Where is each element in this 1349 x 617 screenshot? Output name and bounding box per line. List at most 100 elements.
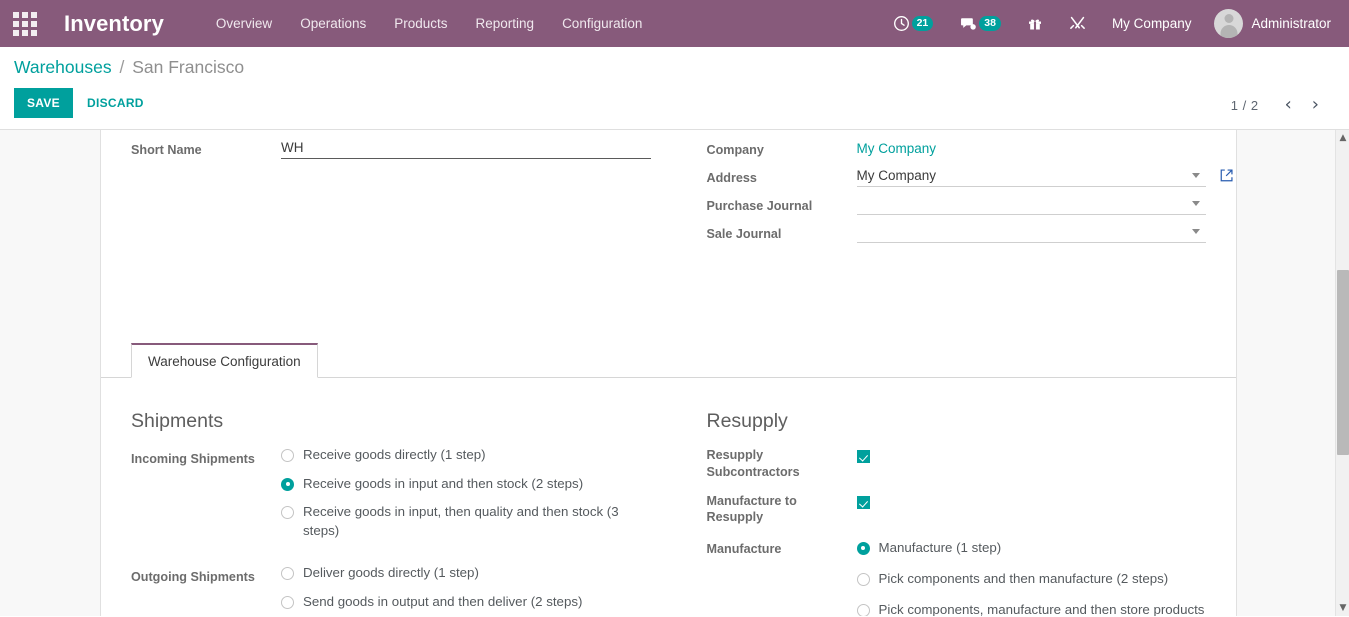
menu-item-configuration[interactable]: Configuration [548, 10, 656, 37]
incoming-shipments-radio-group: Receive goods directly (1 step) Receive … [281, 445, 651, 549]
discard-button[interactable]: DISCARD [73, 88, 158, 118]
outgoing-shipments-radio-group: Deliver goods directly (1 step) Send goo… [281, 563, 651, 616]
field-resupply-subcontractors: Resupply Subcontractors [707, 445, 1207, 480]
menu-item-reporting[interactable]: Reporting [462, 10, 549, 37]
messages-count: 38 [979, 15, 1001, 32]
breadcrumb-item-warehouses[interactable]: Warehouses [14, 57, 112, 77]
radio-option-manufacture-2-steps[interactable]: Pick components and then manufacture (2 … [856, 569, 1207, 588]
manufacture-radio-group: Manufacture (1 step) Pick components and… [856, 538, 1207, 616]
apps-grid-cell [22, 11, 28, 18]
messaging-menu[interactable]: 38 [946, 0, 1014, 47]
pager-previous-button[interactable]: ‹ [1277, 95, 1300, 115]
radio-icon [281, 567, 294, 581]
sheet-background: Short Name Company My Company [0, 130, 1335, 616]
radio-option-receive-2-steps[interactable]: Receive goods in input and then stock (2… [281, 474, 651, 493]
field-label-manufacture-to-resupply: Manufacture to Resupply [706, 493, 797, 525]
radio-option-deliver-1-step[interactable]: Deliver goods directly (1 step) [281, 563, 651, 582]
pager-next-button[interactable]: › [1304, 95, 1327, 115]
field-label-company: Company [706, 143, 764, 157]
menu-item-products[interactable]: Products [380, 10, 461, 37]
menu-item-operations[interactable]: Operations [286, 10, 380, 37]
section-shipments: Shipments Incoming Shipments Receive goo… [131, 396, 669, 616]
form-action-buttons: SAVE DISCARD [14, 87, 1335, 118]
form-group-right: Company My Company Address My Company Pu… [669, 138, 1233, 250]
apps-grid-cell [13, 11, 19, 18]
apps-grid-cell [31, 29, 37, 36]
address-input[interactable] [856, 166, 1206, 187]
purchase-journal-input[interactable] [856, 194, 1206, 215]
field-incoming-shipments: Incoming Shipments Receive goods directl… [131, 445, 651, 549]
field-outgoing-shipments: Outgoing Shipments Deliver goods directl… [131, 563, 651, 616]
pager-counter: 1 / 2 [1230, 97, 1259, 113]
radio-option-deliver-2-steps[interactable]: Send goods in output and then deliver (2… [281, 592, 651, 611]
radio-option-receive-1-step[interactable]: Receive goods directly (1 step) [281, 445, 651, 464]
radio-icon [856, 573, 870, 587]
radio-option-manufacture-3-steps[interactable]: Pick components, manufacture and then st… [856, 600, 1207, 616]
top-navbar: Inventory Overview Operations Products R… [0, 0, 1349, 47]
radio-option-label: Receive goods in input, then quality and… [303, 503, 619, 539]
tab-page-warehouse-configuration: Shipments Incoming Shipments Receive goo… [101, 378, 1236, 616]
apps-grid-icon[interactable] [8, 9, 42, 39]
systray: 21 38 My Company Administrator [880, 0, 1335, 47]
save-button[interactable]: SAVE [14, 87, 73, 118]
apps-grid-cell [22, 20, 28, 27]
user-menu[interactable]: Administrator [1204, 9, 1335, 38]
apps-grid-cell [13, 29, 19, 36]
breadcrumb-separator: / [119, 57, 125, 77]
sale-journal-input[interactable] [856, 222, 1206, 243]
breadcrumb: Warehouses / San Francisco [14, 57, 1335, 79]
section-title-resupply: Resupply [706, 410, 788, 432]
debug-tools-menu[interactable] [1056, 0, 1099, 47]
company-switcher[interactable]: My Company [1099, 16, 1205, 31]
radio-option-label: Manufacture (1 step) [878, 539, 1002, 555]
field-manufacture-to-resupply: Manufacture to Resupply [707, 491, 1207, 526]
chat-messages-icon [961, 18, 977, 30]
field-label-incoming-shipments: Incoming Shipments [131, 452, 255, 467]
activities-menu[interactable]: 21 [880, 0, 947, 47]
form-groups: Short Name Company My Company [101, 130, 1236, 250]
field-label-purchase-journal: Purchase Journal [706, 199, 813, 213]
form-view-container: Short Name Company My Company [0, 130, 1349, 616]
apps-grid-cell [31, 20, 37, 27]
field-label-sale-journal: Sale Journal [706, 227, 782, 241]
radio-option-manufacture-1-step[interactable]: Manufacture (1 step) [856, 538, 1207, 557]
field-short-name: Short Name [131, 138, 651, 164]
main-menu: Overview Operations Products Reporting C… [202, 10, 656, 37]
radio-icon-selected [856, 541, 870, 555]
scroll-up-arrow-icon[interactable]: ▲ [1336, 130, 1349, 146]
tab-warehouse-configuration[interactable]: Warehouse Configuration [131, 343, 318, 378]
scrollbar-thumb[interactable] [1337, 270, 1349, 455]
radio-option-label: Receive goods in input and then stock (2… [303, 475, 584, 491]
form-scroll-area: Short Name Company My Company [0, 130, 1335, 616]
radio-icon [281, 505, 294, 519]
resupply-subcontractors-checkbox[interactable] [856, 450, 870, 464]
tools-icon [1070, 16, 1085, 29]
field-company: Company My Company [707, 138, 1207, 164]
radio-option-receive-3-steps[interactable]: Receive goods in input, then quality and… [281, 502, 651, 541]
internal-link-icon[interactable] [1219, 168, 1234, 188]
apps-grid-cell [31, 11, 37, 18]
gift-menu[interactable] [1014, 0, 1056, 47]
scroll-down-arrow-icon[interactable]: ▼ [1336, 600, 1349, 616]
control-panel: Warehouses / San Francisco SAVE DISCARD … [0, 47, 1349, 130]
field-purchase-journal: Purchase Journal [706, 194, 1206, 220]
section-title-shipments: Shipments [131, 410, 224, 432]
radio-icon [281, 595, 294, 609]
short-name-input[interactable] [281, 138, 651, 159]
pager: 1 / 2 ‹ › [1231, 95, 1327, 115]
notebook-tabs: Warehouse Configuration [101, 343, 1236, 378]
gift-icon [1028, 19, 1041, 30]
apps-grid-cell [22, 29, 28, 36]
avatar [1214, 9, 1244, 38]
notebook: Warehouse Configuration Shipments Incomi… [101, 343, 1236, 616]
apps-grid-cell [13, 20, 19, 27]
radio-option-label: Send goods in output and then deliver (2… [303, 593, 583, 609]
company-value-link[interactable]: My Company [857, 138, 937, 156]
radio-option-label: Pick components, manufacture and then st… [878, 602, 1205, 616]
field-address: Address [707, 166, 1233, 192]
manufacture-to-resupply-checkbox[interactable] [856, 495, 870, 509]
vertical-scrollbar[interactable]: ▲ ▼ [1335, 130, 1349, 616]
app-brand-title[interactable]: Inventory [64, 11, 164, 37]
field-label-manufacture: Manufacture [706, 541, 782, 556]
menu-item-overview[interactable]: Overview [202, 10, 286, 37]
